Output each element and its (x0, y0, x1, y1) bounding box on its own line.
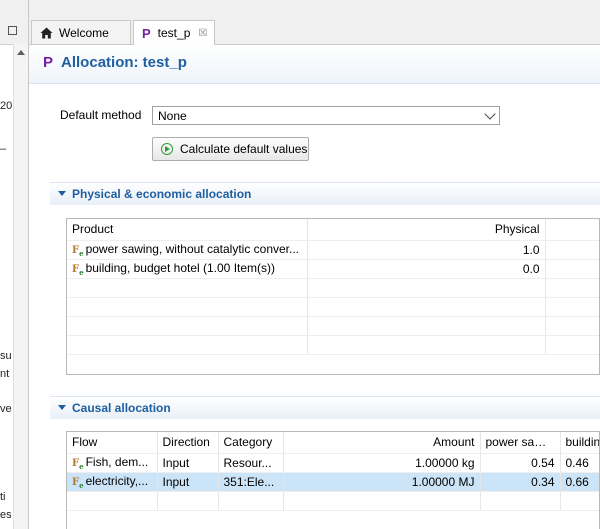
scroll-up-icon[interactable] (17, 50, 25, 55)
default-method-select[interactable]: None (152, 106, 500, 125)
column-header-power-sawing[interactable]: power sawi... (480, 432, 561, 454)
play-icon (161, 143, 173, 155)
tab-welcome[interactable]: Welcome (31, 20, 131, 44)
elementary-flow-icon: Fe (72, 476, 84, 490)
category-cell: 351:Ele... (218, 472, 284, 492)
power-sawing-factor-cell[interactable]: 0.34 (480, 472, 561, 492)
building-factor-cell[interactable]: 0.66 (560, 472, 599, 492)
power-sawing-factor-cell[interactable]: 0.54 (480, 453, 561, 473)
direction-cell: Input (157, 472, 219, 492)
collapse-triangle-icon (58, 191, 66, 196)
calculate-button-label: Calculate default values (180, 142, 308, 156)
page-title: P Allocation: test_p (43, 54, 187, 71)
product-cell: Fe building, budget hotel (1.00 Item(s)) (67, 259, 308, 279)
page-title-text: Allocation: test_p (61, 54, 187, 71)
column-header-amount[interactable]: Amount (283, 432, 481, 454)
empty-cell (545, 259, 599, 279)
left-text-fragment: su (0, 350, 12, 362)
left-panel-header (0, 0, 28, 45)
table-row-selected[interactable]: Fe electricity,... Input 351:Ele... 1.000… (67, 472, 599, 492)
left-text-fragment: es (0, 509, 12, 521)
calculate-default-values-button[interactable]: Calculate default values (152, 137, 309, 161)
column-header-physical[interactable]: Physical (307, 219, 546, 241)
empty-row (67, 316, 599, 336)
elementary-flow-icon: Fe (72, 457, 84, 471)
default-method-label: Default method (60, 108, 142, 122)
flow-cell: Fe Fish, dem... (67, 453, 158, 473)
column-header-flow[interactable]: Flow (67, 432, 158, 454)
default-method-value: None (158, 109, 187, 123)
flow-name: electricity,... (85, 473, 149, 488)
direction-cell: Input (157, 453, 219, 473)
empty-row (67, 278, 599, 298)
collapse-triangle-icon (58, 405, 66, 410)
physical-cell[interactable]: 1.0 (307, 240, 546, 260)
building-factor-cell[interactable]: 0.46 (560, 453, 599, 473)
column-header-empty (545, 219, 599, 241)
close-tab-icon[interactable]: ☒ (198, 28, 207, 39)
table-row[interactable]: Fe power sawing, without catalytic conver… (67, 240, 599, 260)
product-flow-icon: Fe (72, 244, 84, 258)
tab-label: Welcome (59, 25, 109, 40)
amount-cell: 1.00000 MJ (283, 472, 481, 492)
left-text-fragment: ti (0, 491, 6, 503)
flow-name: Fish, dem... (85, 454, 149, 469)
causal-allocation-table: Flow Direction Category Amount power saw… (66, 431, 600, 529)
editor-header: P Allocation: test_p (29, 45, 600, 84)
process-p-icon: P (43, 54, 54, 71)
category-cell: Resour... (218, 453, 284, 473)
product-name: power sawing, without catalytic conver..… (85, 241, 300, 256)
restore-icon[interactable] (8, 26, 17, 35)
amount-cell: 1.00000 kg (283, 453, 481, 473)
physical-allocation-section-header[interactable]: Physical & economic allocation (50, 182, 600, 205)
chevron-down-icon (484, 108, 496, 120)
empty-row (67, 491, 599, 511)
section-title: Causal allocation (72, 401, 171, 415)
left-panel: 20 – su nt ve ti es (0, 0, 29, 529)
tab-label: test_p (157, 26, 191, 40)
table-row[interactable]: Fe building, budget hotel (1.00 Item(s)) … (67, 259, 599, 279)
physical-allocation-table: Product Physical Fe power sawing, without… (66, 218, 600, 375)
home-icon (40, 27, 53, 38)
left-panel-scrollbar[interactable] (13, 44, 28, 529)
causal-allocation-section-header[interactable]: Causal allocation (50, 396, 600, 419)
left-text-fragment: nt (0, 368, 10, 380)
left-text-fragment: 20 (0, 100, 13, 112)
column-header-direction[interactable]: Direction (157, 432, 219, 454)
empty-cell (545, 240, 599, 260)
flow-cell: Fe electricity,... (67, 472, 158, 492)
process-p-icon: P (142, 25, 151, 41)
column-header-building[interactable]: building, b... (560, 432, 599, 454)
left-text-fragment: – (0, 143, 7, 155)
left-text-fragment: ve (0, 403, 12, 415)
table-row[interactable]: Fe Fish, dem... Input Resour... 1.00000 k… (67, 453, 599, 473)
physical-cell[interactable]: 0.0 (307, 259, 546, 279)
product-cell: Fe power sawing, without catalytic conver… (67, 240, 308, 260)
section-title: Physical & economic allocation (72, 187, 252, 201)
column-header-category[interactable]: Category (218, 432, 284, 454)
column-header-product[interactable]: Product (67, 219, 308, 241)
empty-row (67, 335, 599, 355)
editor-tab-bar: Welcome P test_p ☒ (29, 20, 600, 45)
empty-row (67, 297, 599, 317)
tab-test-p[interactable]: P test_p ☒ (133, 20, 215, 45)
product-flow-icon: Fe (72, 263, 84, 277)
product-name: building, budget hotel (1.00 Item(s)) (85, 260, 276, 275)
